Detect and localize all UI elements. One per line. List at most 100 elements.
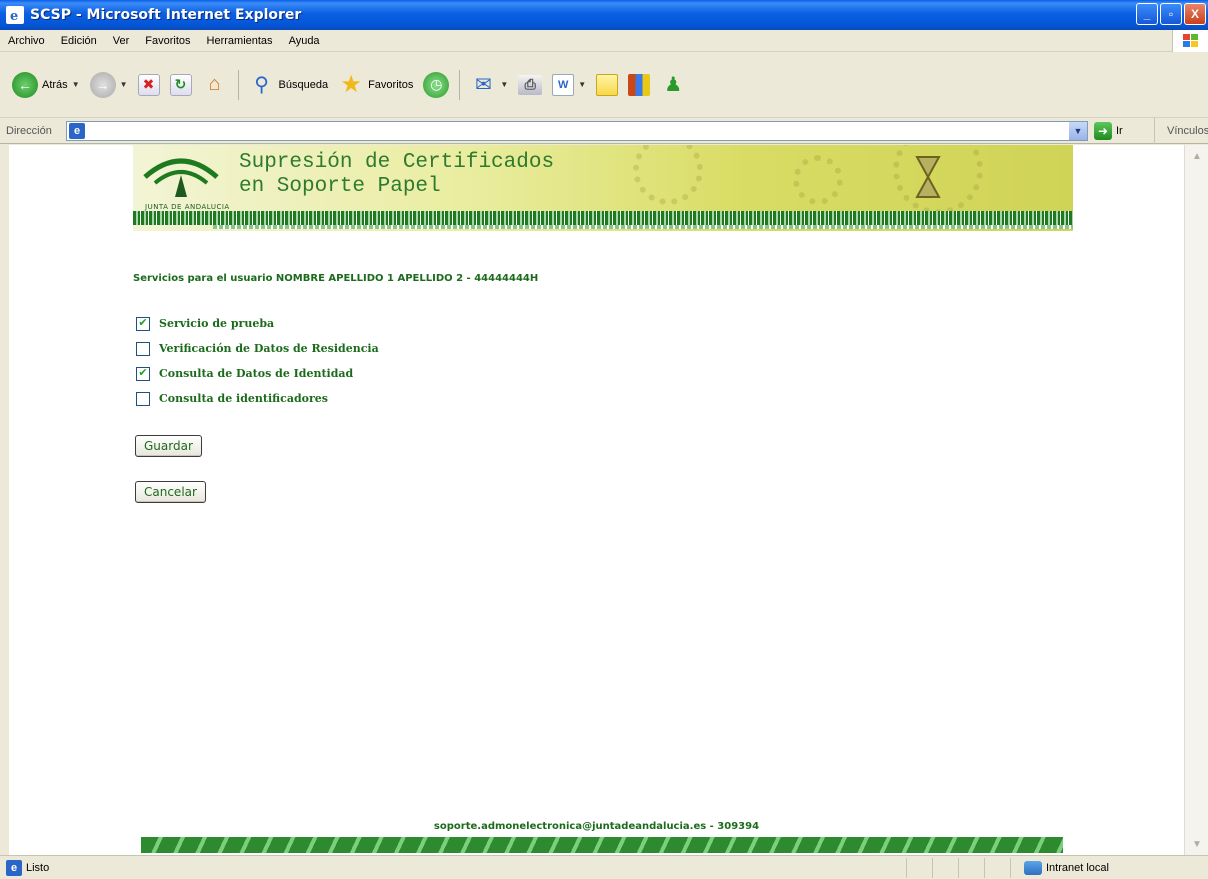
service-checkbox[interactable]: ✔	[136, 366, 150, 381]
edit-dropdown-icon[interactable]: ▼	[578, 80, 586, 89]
back-button[interactable]: ← Atrás ▼	[10, 70, 82, 100]
hourglass-icon	[915, 156, 941, 198]
research-button[interactable]	[626, 72, 652, 98]
favorites-button[interactable]: ★ Favoritos	[336, 70, 415, 100]
star-icon: ★	[340, 71, 362, 98]
history-icon: ◷	[423, 71, 450, 98]
print-button[interactable]: ⎙	[516, 73, 544, 97]
status-bar: e Listo Intranet local	[0, 855, 1208, 879]
notes-button[interactable]	[594, 72, 620, 98]
menu-bar: Archivo Edición Ver Favoritos Herramient…	[0, 30, 1208, 52]
service-label: Consulta de identificadores	[159, 392, 328, 405]
address-label: Dirección	[6, 124, 52, 137]
service-label: Servicio de prueba	[159, 317, 275, 330]
back-label: Atrás	[42, 78, 68, 91]
search-label: Búsqueda	[278, 78, 329, 91]
stop-icon: ✖	[137, 73, 160, 96]
service-item[interactable]: ✔ Servicio de prueba	[136, 311, 379, 336]
messenger-people-icon: ♟	[664, 74, 683, 96]
word-icon: W	[552, 73, 575, 96]
title-bar: e SCSP - Microsoft Internet Explorer _ ▫…	[0, 0, 1208, 30]
toolbar-separator	[459, 69, 461, 100]
status-divider	[1010, 858, 1011, 878]
refresh-button[interactable]: ↻	[168, 72, 194, 98]
decorative-gear	[633, 145, 703, 205]
back-dropdown-icon[interactable]: ▼	[72, 80, 80, 89]
address-bar: Dirección e ▼ ➜ Ir Vínculos	[0, 118, 1208, 144]
go-arrow-icon: ➜	[1094, 122, 1112, 140]
menu-favoritos[interactable]: Favoritos	[137, 35, 198, 47]
page-icon: e	[69, 123, 85, 139]
save-button[interactable]: Guardar	[135, 435, 202, 457]
ie-icon: e	[6, 6, 24, 24]
vertical-scrollbar[interactable]: ▲ ▼	[1184, 145, 1208, 855]
menu-archivo[interactable]: Archivo	[0, 35, 53, 47]
address-dropdown-icon[interactable]: ▼	[1069, 122, 1087, 140]
forward-arrow-icon: →	[89, 71, 116, 98]
mail-icon: ✉	[474, 74, 492, 96]
stop-button[interactable]: ✖	[136, 72, 162, 98]
favorites-label: Favoritos	[368, 78, 414, 91]
page-status-icon: e	[6, 859, 22, 876]
note-icon	[596, 73, 619, 96]
search-button[interactable]: ⚲ Búsqueda	[247, 70, 331, 100]
toolbar: ← Atrás ▼ → ▼ ✖ ↻ ⌂ ⚲ Búsqueda ★ Favorit…	[0, 52, 1208, 118]
edit-button[interactable]: W ▼	[550, 72, 588, 98]
minimize-button[interactable]: _	[1136, 3, 1158, 25]
status-divider	[984, 858, 985, 878]
home-icon: ⌂	[208, 73, 221, 95]
footer-stripe	[141, 837, 1063, 853]
decorative-gear	[793, 155, 843, 205]
service-checkbox[interactable]: ✔	[136, 316, 150, 331]
support-footer: soporte.admonelectronica@juntadeandaluci…	[433, 821, 760, 832]
service-item[interactable]: Verificación de Datos de Residencia	[136, 336, 379, 361]
service-item[interactable]: ✔ Consulta de Datos de Identidad	[136, 361, 379, 386]
refresh-icon: ↻	[169, 73, 192, 96]
links-button[interactable]: Vínculos	[1154, 118, 1208, 144]
go-button[interactable]: ➜ Ir	[1094, 122, 1123, 140]
mail-dropdown-icon[interactable]: ▼	[500, 80, 508, 89]
cancel-button[interactable]: Cancelar	[135, 481, 206, 503]
status-divider	[958, 858, 959, 878]
banner-title-line2: en Soporte Papel	[239, 175, 441, 198]
svg-text:e: e	[10, 9, 18, 22]
menu-herramientas[interactable]: Herramientas	[199, 35, 281, 47]
forward-button[interactable]: → ▼	[88, 70, 130, 100]
service-checkbox[interactable]	[136, 391, 150, 406]
maximize-button[interactable]: ▫	[1160, 3, 1182, 25]
services-list: ✔ Servicio de prueba Verificación de Dat…	[136, 311, 379, 411]
banner-title: Supresión de Certificados en Soporte Pap…	[239, 151, 554, 199]
menu-edicion[interactable]: Edición	[53, 35, 105, 47]
service-checkbox[interactable]	[136, 341, 150, 356]
menu-ver[interactable]: Ver	[105, 35, 138, 47]
research-books-icon	[628, 73, 651, 96]
intranet-zone-icon	[1024, 861, 1042, 875]
toolbar-separator	[237, 69, 239, 100]
forward-dropdown-icon[interactable]: ▼	[120, 80, 128, 89]
security-zone: Intranet local	[1024, 858, 1109, 878]
banner-title-line1: Supresión de Certificados	[239, 151, 555, 174]
home-button[interactable]: ⌂	[200, 70, 230, 100]
mail-button[interactable]: ✉ ▼	[468, 70, 510, 100]
banner-stripe-under	[213, 225, 1073, 229]
menu-ayuda[interactable]: Ayuda	[281, 35, 328, 47]
service-label: Verificación de Datos de Residencia	[159, 342, 379, 355]
scroll-down-icon[interactable]: ▼	[1188, 835, 1206, 853]
service-item[interactable]: Consulta de identificadores	[136, 386, 379, 411]
go-label: Ir	[1116, 125, 1123, 137]
status-text: Listo	[26, 861, 50, 874]
scroll-up-icon[interactable]: ▲	[1188, 147, 1206, 165]
logo-text: JUNTA DE ANDALUCIA	[145, 203, 230, 211]
zone-label: Intranet local	[1046, 862, 1109, 874]
user-services-heading: Servicios para el usuario NOMBRE APELLID…	[133, 273, 539, 284]
close-button[interactable]: X	[1184, 3, 1206, 25]
address-input[interactable]: e ▼	[66, 121, 1088, 141]
messenger-button[interactable]: ♟	[658, 70, 688, 100]
search-icon: ⚲	[254, 74, 269, 96]
history-button[interactable]: ◷	[421, 70, 451, 100]
status-divider	[906, 858, 907, 878]
windows-logo-icon	[1172, 30, 1208, 52]
header-banner: JUNTA DE ANDALUCIA Supresión de Certific…	[133, 145, 1073, 231]
back-arrow-icon: ←	[12, 71, 38, 98]
service-label: Consulta de Datos de Identidad	[159, 367, 354, 380]
